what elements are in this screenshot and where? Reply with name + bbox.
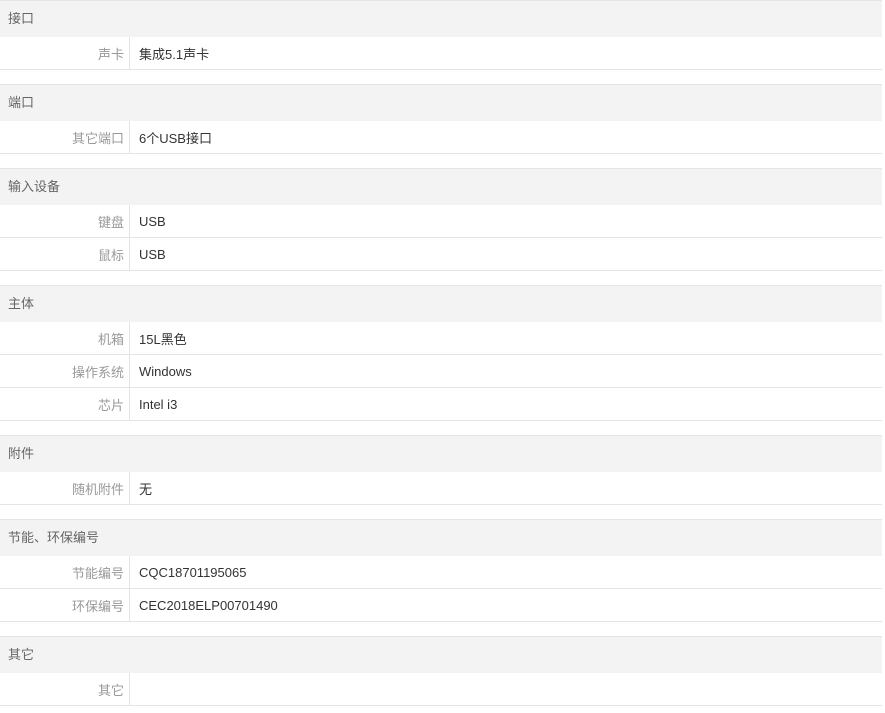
spec-value: 6个USB接口 [139,130,212,146]
section-divider [0,271,882,286]
spec-row: 机箱 15L黑色 [0,322,882,355]
section-divider [0,421,882,436]
spec-row: 节能编号 CQC18701195065 [0,556,882,589]
spec-label: 其它 [0,673,130,705]
section-divider [0,70,882,85]
spec-row: 其它 [0,673,882,706]
section-header: 端口 [0,85,882,121]
spec-label: 键盘 [0,205,130,237]
section-header: 附件 [0,436,882,472]
spec-value: Windows [139,363,192,379]
spec-label: 鼠标 [0,238,130,270]
section-header: 主体 [0,286,882,322]
spec-section: 接口 声卡 集成5.1声卡 [0,1,882,85]
spec-value: CQC18701195065 [139,564,247,580]
spec-value: 无 [139,481,153,497]
section-header: 接口 [0,1,882,37]
section-divider [0,154,882,169]
section-header: 其它 [0,637,882,673]
spec-row: 芯片 Intel i3 [0,388,882,421]
spec-value: USB [139,246,166,262]
spec-section: 附件 随机附件 无 [0,436,882,520]
spec-label: 随机附件 [0,472,130,504]
spec-label: 节能编号 [0,556,130,588]
spec-section: 主体 机箱 15L黑色 操作系统 Windows 芯片 Intel i3 [0,286,882,436]
spec-label: 声卡 [0,37,130,69]
spec-section: 其它 其它 [0,637,882,706]
spec-table: 接口 声卡 集成5.1声卡 端口 其它端口 6个USB接口 输入设备 键盘 US… [0,0,882,706]
section-divider [0,622,882,637]
spec-value: CEC2018ELP00701490 [139,597,278,613]
spec-value [130,673,139,705]
spec-label: 机箱 [0,322,130,354]
spec-row: 鼠标 USB [0,238,882,271]
spec-label: 芯片 [0,388,130,420]
section-header: 输入设备 [0,169,882,205]
spec-value: 集成5.1声卡 [139,46,210,62]
spec-row: 环保编号 CEC2018ELP00701490 [0,589,882,622]
spec-label: 环保编号 [0,589,130,621]
spec-section: 端口 其它端口 6个USB接口 [0,85,882,169]
spec-row: 键盘 USB [0,205,882,238]
spec-row: 其它端口 6个USB接口 [0,121,882,154]
spec-value: Intel i3 [139,396,178,412]
spec-row: 随机附件 无 [0,472,882,505]
spec-row: 操作系统 Windows [0,355,882,388]
spec-section: 输入设备 键盘 USB 鼠标 USB [0,169,882,286]
section-divider [0,505,882,520]
spec-value: USB [139,213,166,229]
section-header: 节能、环保编号 [0,520,882,556]
spec-section: 节能、环保编号 节能编号 CQC18701195065 环保编号 CEC2018… [0,520,882,637]
spec-label: 操作系统 [0,355,130,387]
spec-row: 声卡 集成5.1声卡 [0,37,882,70]
spec-value: 15L黑色 [139,331,187,347]
spec-label: 其它端口 [0,121,130,153]
